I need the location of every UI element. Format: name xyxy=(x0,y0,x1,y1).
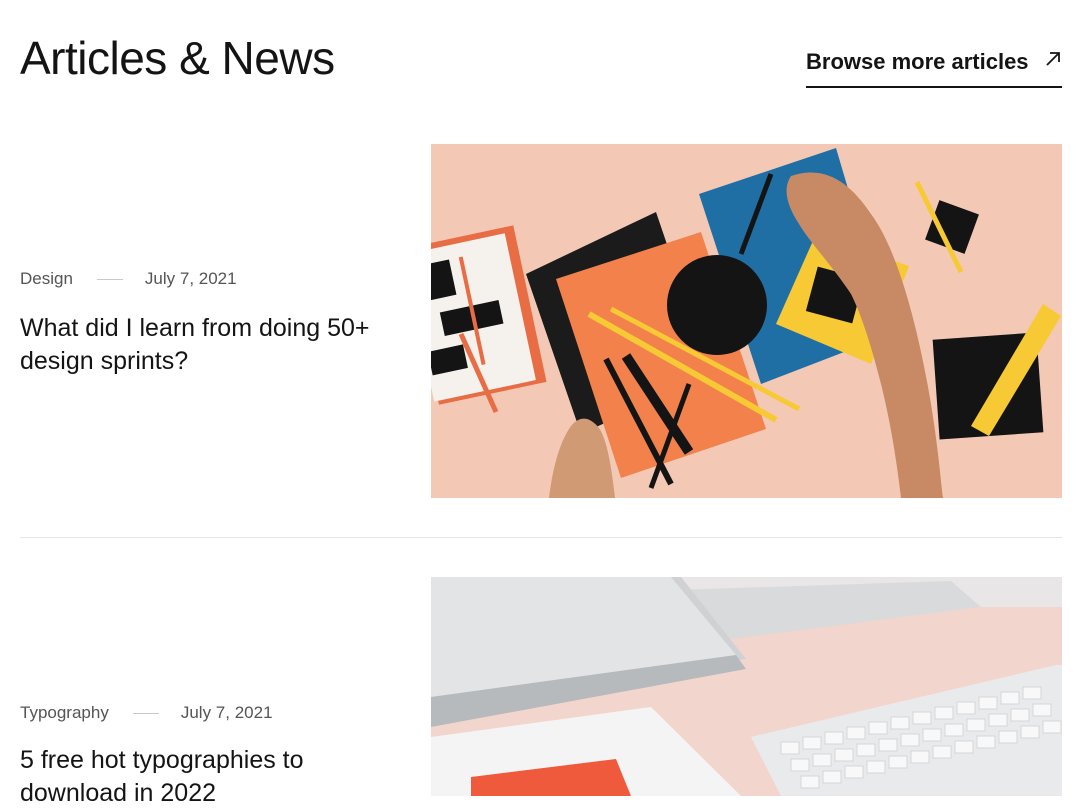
article-meta: Typography July 7, 2021 xyxy=(20,702,273,724)
article-image[interactable] xyxy=(431,577,1062,796)
article-date: July 7, 2021 xyxy=(144,269,237,288)
paper-shapes-collage-photo xyxy=(431,144,1062,498)
article-category[interactable]: Typography xyxy=(20,702,109,724)
article-date: July 7, 2021 xyxy=(180,703,273,722)
article-category[interactable]: Design xyxy=(20,268,73,290)
article-image[interactable] xyxy=(431,144,1062,498)
article-card[interactable]: Design July 7, 2021 What did I learn from… xyxy=(0,0,1080,520)
article-meta: Design July 7, 2021 xyxy=(20,268,237,290)
article-title[interactable]: What did I learn from doing 50+ design s… xyxy=(20,312,410,378)
meta-separator xyxy=(132,713,159,715)
laptop-keyboard-desk-photo xyxy=(431,577,1062,796)
article-title[interactable]: 5 free hot typographies to download in 2… xyxy=(20,744,410,810)
article-divider xyxy=(20,537,1062,538)
meta-separator xyxy=(96,279,123,281)
article-card[interactable]: Typography July 7, 2021 5 free hot typogr… xyxy=(0,560,1080,807)
